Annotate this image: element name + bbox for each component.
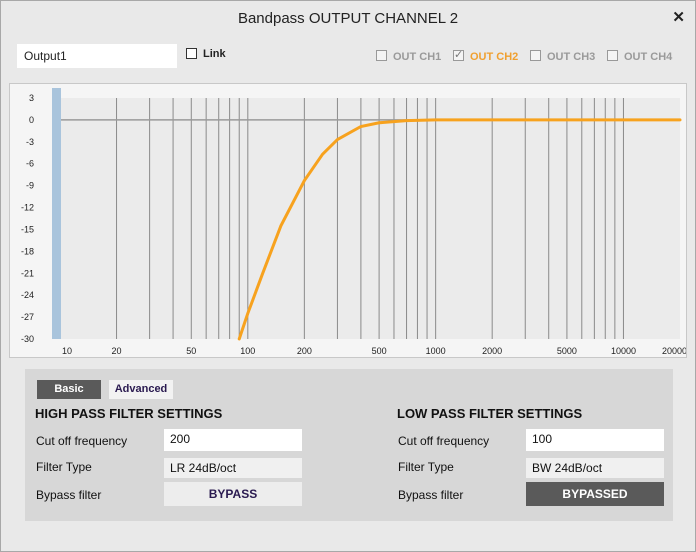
- lp-bypassed-button[interactable]: BYPASSED: [526, 482, 664, 506]
- channel-label-ch2: OUT CH2: [470, 51, 519, 63]
- y-tick-label: -3: [26, 137, 34, 147]
- lp-filter-type-label: Filter Type: [398, 460, 454, 474]
- hp-bypass-button[interactable]: BYPASS: [164, 482, 302, 506]
- link-checkbox[interactable]: [186, 48, 197, 59]
- y-tick-label: -15: [21, 224, 34, 234]
- y-tick-label: -30: [21, 334, 34, 344]
- x-tick-label: 50: [186, 346, 196, 356]
- x-tick-label: 2000: [482, 346, 502, 356]
- x-tick-label: 500: [372, 346, 387, 356]
- hp-cutoff-input[interactable]: 200: [164, 429, 302, 451]
- output-name-input[interactable]: [17, 44, 177, 68]
- hp-filter-type-select[interactable]: LR 24dB/oct: [164, 458, 302, 478]
- y-tick-label: -6: [26, 159, 34, 169]
- y-tick-label: -9: [26, 181, 34, 191]
- high-pass-title: HIGH PASS FILTER SETTINGS: [35, 406, 223, 421]
- hp-bypass-label: Bypass filter: [36, 488, 102, 502]
- plot-area: [60, 98, 680, 339]
- hp-filter-type-label: Filter Type: [36, 460, 92, 474]
- channel-checkbox-ch4[interactable]: [607, 50, 618, 61]
- frequency-response-graph[interactable]: 3 0 -3 -6 -9 -12 -15 -18 -21 -24 -27 -30 10 20 50 100 2…: [9, 83, 687, 358]
- link-label: Link: [203, 48, 226, 60]
- channel-checkbox-ch3[interactable]: [530, 50, 541, 61]
- lp-cutoff-input[interactable]: 100: [526, 429, 664, 451]
- y-tick-label: -27: [21, 312, 34, 322]
- y-tick-label: -24: [21, 290, 34, 300]
- channel-checkbox-ch1[interactable]: [376, 50, 387, 61]
- x-tick-label: 200: [297, 346, 312, 356]
- x-tick-label: 10: [62, 346, 72, 356]
- channel-checkbox-ch2[interactable]: [453, 48, 464, 61]
- y-tick-label: -12: [21, 203, 34, 213]
- channel-label-ch3: OUT CH3: [547, 51, 596, 63]
- x-tick-label: 10000: [611, 346, 636, 356]
- y-tick-label: -21: [21, 268, 34, 278]
- close-icon[interactable]: ✕: [672, 8, 685, 26]
- x-tick-label: 100: [240, 346, 255, 356]
- window-title: Bandpass OUTPUT CHANNEL 2: [237, 10, 459, 27]
- filter-settings-panel: Basic Advanced HIGH PASS FILTER SETTINGS…: [25, 369, 673, 521]
- response-chart: 3 0 -3 -6 -9 -12 -15 -18 -21 -24 -27 -30 10 20 50 100 2…: [21, 88, 687, 356]
- low-pass-title: LOW PASS FILTER SETTINGS: [397, 406, 583, 421]
- x-tick-label: 20000: [662, 346, 686, 356]
- lp-filter-type-select[interactable]: BW 24dB/oct: [526, 458, 664, 478]
- x-tick-label: 20: [112, 346, 122, 356]
- y-tick-label: 3: [29, 93, 34, 103]
- lp-cutoff-label: Cut off frequency: [398, 434, 490, 448]
- title-bar: Bandpass OUTPUT CHANNEL 2 ✕: [1, 1, 695, 35]
- channel-label-ch1: OUT CH1: [393, 51, 442, 63]
- x-tick-label: 5000: [557, 346, 577, 356]
- y-tick-label: -18: [21, 246, 34, 256]
- lp-bypass-label: Bypass filter: [398, 488, 464, 502]
- hp-cutoff-label: Cut off frequency: [36, 434, 128, 448]
- y-tick-label: 0: [29, 115, 34, 125]
- tab-advanced[interactable]: Advanced: [109, 380, 173, 399]
- tab-basic[interactable]: Basic: [37, 380, 101, 399]
- channel-label-ch4: OUT CH4: [624, 51, 673, 63]
- x-tick-label: 1000: [426, 346, 446, 356]
- filter-dialog: Bandpass OUTPUT CHANNEL 2 ✕ Link OUT CH1…: [0, 0, 696, 552]
- y-axis-bar: [52, 88, 61, 339]
